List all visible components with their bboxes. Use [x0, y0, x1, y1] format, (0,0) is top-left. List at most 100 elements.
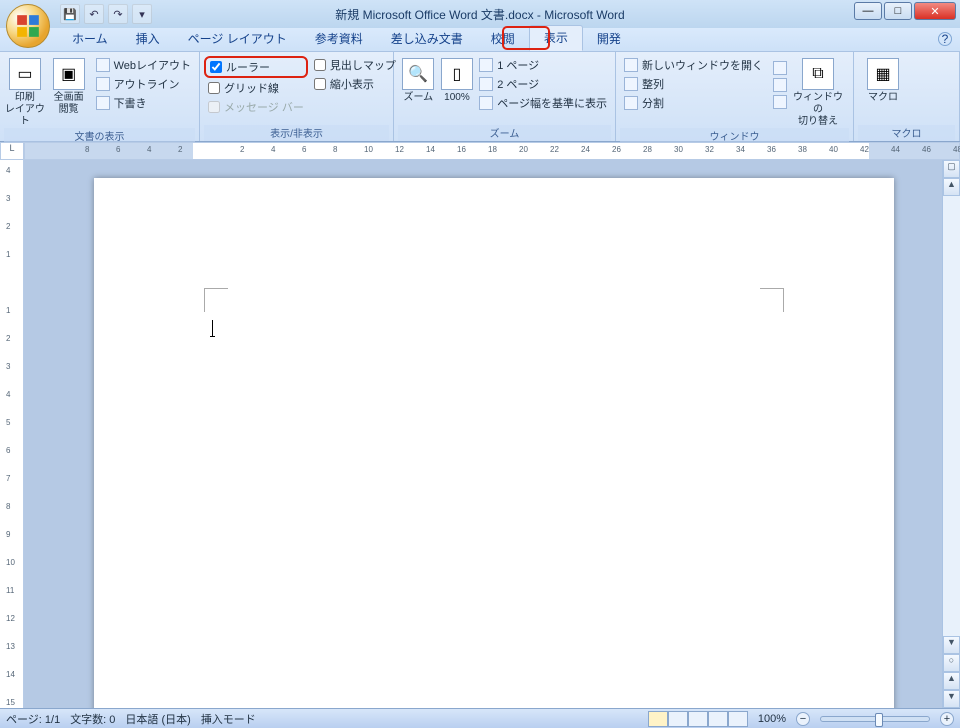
- two-pages-icon: [479, 77, 493, 91]
- qat-customize-button[interactable]: ▾: [132, 4, 152, 24]
- web-layout-button[interactable]: Webレイアウト: [92, 56, 195, 74]
- page[interactable]: [94, 178, 894, 708]
- zoom-icon: 🔍: [402, 58, 434, 90]
- group-document-views: ▭ 印刷レイアウト ▣ 全画面閲覧 Webレイアウト アウトライン 下書き 文書…: [0, 52, 200, 141]
- scroll-track[interactable]: [943, 196, 960, 636]
- fullscreen-view[interactable]: [668, 711, 688, 727]
- zoom-percent[interactable]: 100%: [758, 713, 786, 725]
- title-bar: 💾 ↶ ↷ ▾ 新規 Microsoft Office Word 文書.docx…: [0, 0, 960, 28]
- tab-selector[interactable]: L: [0, 142, 24, 160]
- ruler-checkbox[interactable]: ルーラー: [204, 56, 308, 78]
- ribbon-tabs: ホーム 挿入 ページ レイアウト 参考資料 差し込み文書 校閲 表示 開発 ?: [0, 28, 960, 52]
- print-layout-button[interactable]: ▭ 印刷レイアウト: [4, 54, 46, 128]
- maximize-button[interactable]: □: [884, 2, 912, 20]
- tab-developer[interactable]: 開発: [583, 27, 635, 51]
- vertical-scrollbar[interactable]: ▢ ▲ ▼ ○ ▲ ▼: [942, 160, 960, 708]
- insert-mode[interactable]: 挿入モード: [201, 711, 256, 727]
- outline-icon: [96, 77, 110, 91]
- one-page-icon: [479, 58, 493, 72]
- tab-insert[interactable]: 挿入: [122, 27, 174, 51]
- gridlines-checkbox[interactable]: グリッド線: [204, 79, 308, 97]
- hundred-percent-button[interactable]: ▯ 100%: [441, 54, 474, 125]
- new-window-icon: [624, 58, 638, 72]
- word-count[interactable]: 文字数: 0: [70, 711, 115, 727]
- tab-layout[interactable]: ページ レイアウト: [174, 27, 301, 51]
- save-button[interactable]: 💾: [60, 4, 80, 24]
- vertical-ruler[interactable]: 4321123456789101112131415: [0, 160, 24, 708]
- tab-references[interactable]: 参考資料: [301, 27, 377, 51]
- undo-button[interactable]: ↶: [84, 4, 104, 24]
- page-count[interactable]: ページ: 1/1: [6, 711, 60, 727]
- side-by-side-icon: [773, 61, 787, 75]
- web-layout-icon: [96, 58, 110, 72]
- print-layout-view[interactable]: [648, 711, 668, 727]
- language[interactable]: 日本語 (日本): [125, 711, 190, 727]
- margin-corner-tl: [204, 288, 228, 312]
- switch-windows-button[interactable]: ⧉ ウィンドウの切り替え: [793, 54, 843, 128]
- tab-mailings[interactable]: 差し込み文書: [377, 27, 477, 51]
- office-logo-icon: [15, 13, 41, 39]
- draft-icon: [96, 96, 110, 110]
- outline-button[interactable]: アウトライン: [92, 75, 195, 93]
- fullscreen-icon: ▣: [53, 58, 85, 90]
- doc-map-check[interactable]: [314, 59, 326, 71]
- split-icon: [624, 96, 638, 110]
- group-macros: ▦ マクロ マクロ: [854, 52, 960, 141]
- thumbs-check[interactable]: [314, 78, 326, 90]
- split-button[interactable]: 分割: [620, 94, 767, 112]
- draft-button[interactable]: 下書き: [92, 94, 195, 112]
- ruler-area: L 86422468101214161820222426283032343638…: [0, 142, 960, 160]
- horizontal-ruler[interactable]: 8642246810121416182022242628303234363840…: [24, 142, 960, 160]
- web-layout-view[interactable]: [688, 711, 708, 727]
- scroll-up-button[interactable]: ▲: [943, 178, 960, 196]
- workspace: 4321123456789101112131415 ▢ ▲ ▼ ○ ▲ ▼: [0, 160, 960, 708]
- macros-button[interactable]: ▦ マクロ: [858, 54, 908, 125]
- arrange-all-button[interactable]: 整列: [620, 75, 767, 93]
- zoom-button[interactable]: 🔍 ズーム: [398, 54, 439, 125]
- tab-review[interactable]: 校閲: [477, 27, 529, 51]
- next-page-button[interactable]: ▼: [943, 690, 960, 708]
- document-map-checkbox[interactable]: 見出しマップ: [310, 56, 400, 74]
- message-bar-check: [208, 101, 220, 113]
- margin-corner-tr: [760, 288, 784, 312]
- new-window-button[interactable]: 新しいウィンドウを開く: [620, 56, 767, 74]
- thumbnails-checkbox[interactable]: 縮小表示: [310, 75, 400, 93]
- prev-page-button[interactable]: ▲: [943, 672, 960, 690]
- group-zoom: 🔍 ズーム ▯ 100% 1 ページ 2 ページ ページ幅を基準に表示 ズーム: [394, 52, 616, 141]
- zoom-in-button[interactable]: +: [940, 712, 954, 726]
- help-icon[interactable]: ?: [938, 32, 952, 46]
- zoom-out-button[interactable]: −: [796, 712, 810, 726]
- ruler-toggle-button[interactable]: ▢: [943, 160, 960, 178]
- zoom-slider[interactable]: [820, 716, 930, 722]
- browse-object-button[interactable]: ○: [943, 654, 960, 672]
- ribbon-view: ▭ 印刷レイアウト ▣ 全画面閲覧 Webレイアウト アウトライン 下書き 文書…: [0, 52, 960, 142]
- record-macro-icon[interactable]: [266, 712, 280, 726]
- gridlines-check[interactable]: [208, 82, 220, 94]
- macros-icon: ▦: [867, 58, 899, 90]
- office-button[interactable]: [6, 4, 50, 48]
- group-window: 新しいウィンドウを開く 整列 分割 ⧉ ウィンドウの切り替え ウィンドウ: [616, 52, 854, 141]
- outline-view[interactable]: [708, 711, 728, 727]
- zoom-knob[interactable]: [875, 713, 883, 727]
- ruler-check[interactable]: [210, 61, 222, 73]
- sync-scroll-icon: [773, 78, 787, 92]
- window-controls: — □ ✕: [854, 2, 956, 20]
- fullscreen-reading-button[interactable]: ▣ 全画面閲覧: [48, 54, 90, 128]
- two-pages-button[interactable]: 2 ページ: [475, 75, 611, 93]
- one-page-button[interactable]: 1 ページ: [475, 56, 611, 74]
- reset-position-button: [769, 94, 791, 110]
- window-title: 新規 Microsoft Office Word 文書.docx - Micro…: [335, 6, 624, 23]
- draft-view[interactable]: [728, 711, 748, 727]
- document-area[interactable]: [24, 160, 942, 708]
- minimize-button[interactable]: —: [854, 2, 882, 20]
- redo-button[interactable]: ↷: [108, 4, 128, 24]
- view-shortcuts: [648, 711, 748, 727]
- tab-home[interactable]: ホーム: [58, 27, 122, 51]
- message-bar-checkbox: メッセージ バー: [204, 98, 308, 116]
- text-cursor: [212, 320, 213, 336]
- scroll-down-button[interactable]: ▼: [943, 636, 960, 654]
- quick-access-toolbar: 💾 ↶ ↷ ▾: [60, 4, 152, 24]
- page-width-button[interactable]: ページ幅を基準に表示: [475, 94, 611, 112]
- close-button[interactable]: ✕: [914, 2, 956, 20]
- tab-view[interactable]: 表示: [529, 25, 583, 51]
